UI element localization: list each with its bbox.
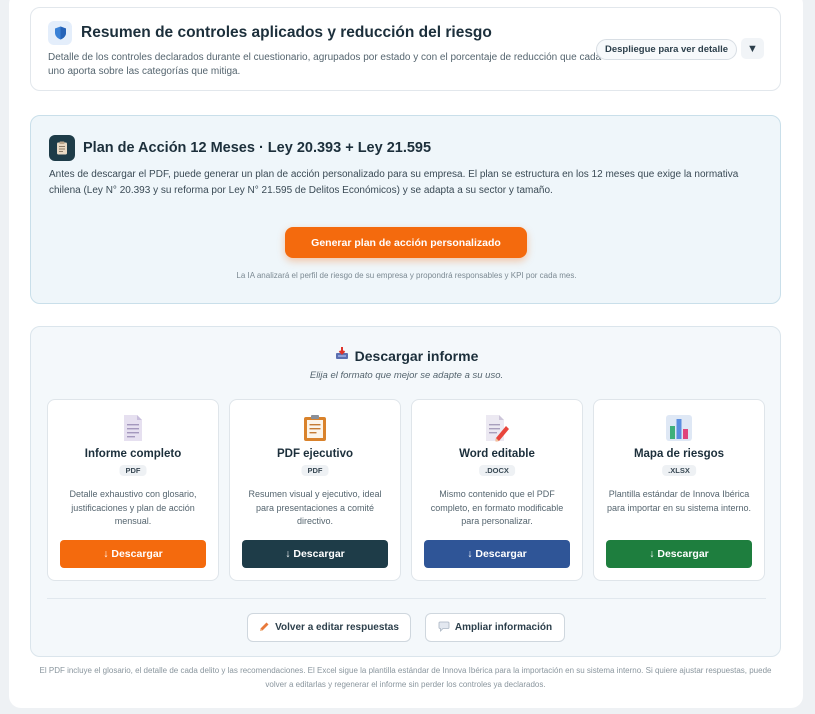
memo-icon bbox=[412, 413, 582, 443]
edit-answers-label: Volver a editar respuestas bbox=[275, 622, 399, 633]
format-name: Word editable bbox=[459, 448, 535, 460]
format-name: Informe completo bbox=[84, 448, 182, 460]
expand-detail-button[interactable]: Despliegue para ver detalle bbox=[596, 39, 738, 60]
speech-bubble-icon bbox=[438, 621, 450, 635]
format-description: Plantilla estándar de Innova Ibérica par… bbox=[606, 489, 752, 513]
clipboard-icon bbox=[230, 413, 400, 443]
action-plan-note: La IA analizará el perfil de riesgo de s… bbox=[236, 271, 577, 280]
format-description: Mismo contenido que el PDF completo, en … bbox=[430, 489, 564, 526]
format-card-word-editable: Word editable .DOCX Mismo contenido que … bbox=[411, 399, 583, 581]
edit-answers-button[interactable]: Volver a editar respuestas bbox=[247, 613, 411, 642]
format-card-mapa-de-riesgos: Mapa de riesgos .XLSX Plantilla estándar… bbox=[593, 399, 765, 581]
format-tag: .XLSX bbox=[662, 465, 696, 476]
download-report-card: Descargar informe Elija el formato que m… bbox=[30, 326, 781, 657]
download-subtitle: Elija el formato que mejor se adapte a s… bbox=[309, 370, 504, 381]
format-name: PDF ejecutivo bbox=[276, 448, 354, 460]
footer-note: El PDF incluye el glosario, el detalle d… bbox=[39, 666, 772, 689]
format-name: Mapa de riesgos bbox=[633, 448, 725, 460]
inbox-tray-icon bbox=[335, 346, 349, 365]
more-info-label: Ampliar información bbox=[454, 622, 553, 633]
format-description: Detalle exhaustivo con glosario, justifi… bbox=[69, 489, 197, 526]
format-card-pdf-ejecutivo: PDF ejecutivo PDF Resumen visual y ejecu… bbox=[229, 399, 401, 581]
action-plan-description: Antes de descargar el PDF, puede generar… bbox=[49, 169, 739, 196]
controls-summary-title: Resumen de controles aplicados y reducci… bbox=[81, 24, 492, 41]
bar-chart-icon bbox=[594, 413, 764, 443]
download-pdf-ejecutivo-button[interactable]: ↓ Descargar bbox=[242, 540, 388, 568]
clipboard-icon bbox=[49, 135, 75, 161]
format-description: Resumen visual y ejecutivo, ideal para p… bbox=[248, 489, 382, 526]
format-tag: PDF bbox=[301, 465, 329, 476]
document-icon bbox=[48, 413, 218, 443]
pencil-icon bbox=[259, 621, 270, 635]
format-card-informe-completo: Informe completo PDF Detalle exhaustivo … bbox=[47, 399, 219, 581]
chevron-down-icon[interactable]: ▼ bbox=[741, 38, 764, 59]
controls-summary-card[interactable]: Resumen de controles aplicados y reducci… bbox=[30, 7, 781, 91]
download-informe-completo-button[interactable]: ↓ Descargar bbox=[60, 540, 206, 568]
shield-icon bbox=[48, 21, 72, 45]
download-word-editable-button[interactable]: ↓ Descargar bbox=[424, 540, 570, 568]
format-tag: PDF bbox=[119, 465, 147, 476]
download-mapa-de-riesgos-button[interactable]: ↓ Descargar bbox=[606, 540, 752, 568]
action-plan-card: Plan de Acción 12 Meses · Ley 20.393 + L… bbox=[30, 115, 781, 304]
controls-summary-description: Detalle de los controles declarados dura… bbox=[48, 52, 602, 77]
more-info-button[interactable]: Ampliar información bbox=[425, 613, 565, 642]
generate-plan-button[interactable]: Generar plan de acción personalizado bbox=[285, 227, 527, 258]
divider bbox=[47, 598, 766, 599]
download-title: Descargar informe bbox=[354, 347, 479, 364]
format-tag: .DOCX bbox=[479, 465, 515, 476]
action-plan-title: Plan de Acción 12 Meses · Ley 20.393 + L… bbox=[83, 140, 432, 156]
